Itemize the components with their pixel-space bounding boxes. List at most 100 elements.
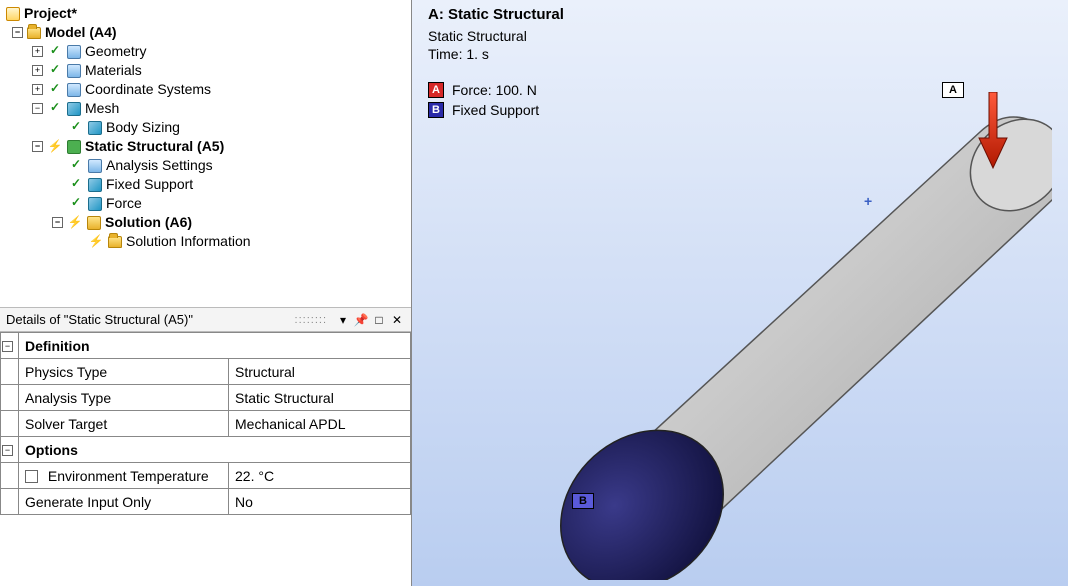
collapse-icon[interactable]: − — [2, 341, 13, 352]
tree-solution-info[interactable]: ⚡ Solution Information — [6, 232, 405, 251]
expand-icon[interactable]: + — [32, 46, 43, 57]
tree-label: Solution Information — [126, 232, 251, 251]
bolt-icon: ⚡ — [88, 234, 104, 250]
check-icon: ✓ — [68, 195, 84, 211]
tree-force[interactable]: ✓ Force — [6, 194, 405, 213]
tree-label: Model (A4) — [45, 23, 117, 42]
materials-icon — [67, 64, 81, 78]
dropdown-button[interactable]: ▾ — [335, 312, 351, 328]
tree-solution[interactable]: − ⚡ Solution (A6) — [6, 213, 405, 232]
project-icon — [6, 7, 20, 21]
tree-analysis-settings[interactable]: ✓ Analysis Settings — [6, 156, 405, 175]
detail-value: Structural — [229, 359, 411, 385]
tag-b[interactable]: B — [572, 493, 594, 509]
tree-label: Mesh — [85, 99, 119, 118]
tree-label: Project* — [24, 4, 77, 23]
detail-value: Mechanical APDL — [229, 411, 411, 437]
legend-item-fixed-support[interactable]: B Fixed Support — [428, 100, 539, 120]
origin-marker-icon: + — [864, 193, 872, 209]
bolt-icon: ⚡ — [47, 139, 63, 155]
detail-value[interactable]: No — [229, 489, 411, 515]
detail-key: Environment Temperature — [19, 463, 229, 489]
tree-coord[interactable]: + ✓ Coordinate Systems — [6, 80, 405, 99]
tree-label: Solution (A6) — [105, 213, 192, 232]
legend-item-force[interactable]: A Force: 100. N — [428, 80, 539, 100]
force-arrow-icon — [975, 92, 1011, 172]
tree-label: Fixed Support — [106, 175, 193, 194]
check-icon: ✓ — [47, 81, 63, 97]
viewport-subtitle: Static Structural — [428, 28, 527, 44]
legend-swatch-a: A — [428, 82, 444, 98]
sizing-icon — [88, 121, 102, 135]
section-row[interactable]: − Definition — [1, 333, 411, 359]
force-icon — [88, 197, 102, 211]
tag-a[interactable]: A — [942, 82, 964, 98]
check-icon: ✓ — [68, 119, 84, 135]
tree-label: Static Structural (A5) — [85, 137, 224, 156]
legend-swatch-b: B — [428, 102, 444, 118]
bolt-icon: ⚡ — [67, 215, 83, 231]
tree-label: Coordinate Systems — [85, 80, 211, 99]
detail-key: Solver Target — [19, 411, 229, 437]
folder-icon — [108, 236, 122, 248]
grip-icon: :::::::: — [295, 314, 327, 326]
check-icon: ✓ — [68, 176, 84, 192]
geometry-icon — [67, 45, 81, 59]
close-button[interactable]: ✕ — [389, 312, 405, 328]
detail-key: Physics Type — [19, 359, 229, 385]
expand-icon[interactable]: + — [32, 84, 43, 95]
collapse-icon[interactable]: − — [32, 141, 43, 152]
tree-geometry[interactable]: + ✓ Geometry — [6, 42, 405, 61]
detail-row[interactable]: Generate Input Only No — [1, 489, 411, 515]
check-icon: ✓ — [47, 100, 63, 116]
pin-button[interactable]: 📌 — [353, 312, 369, 328]
tree-label: Analysis Settings — [106, 156, 213, 175]
graphics-viewport[interactable]: A: Static Structural Static Structural T… — [412, 0, 1068, 586]
viewport-time: Time: 1. s — [428, 46, 489, 62]
tree-fixed-support[interactable]: ✓ Fixed Support — [6, 175, 405, 194]
detail-value[interactable]: 22. °C — [229, 463, 411, 489]
viewport-legend: A Force: 100. N B Fixed Support — [428, 80, 539, 120]
tree-model[interactable]: − Model (A4) — [6, 23, 405, 42]
tree-body-sizing[interactable]: ✓ Body Sizing — [6, 118, 405, 137]
detail-row[interactable]: Environment Temperature 22. °C — [1, 463, 411, 489]
detail-key: Generate Input Only — [19, 489, 229, 515]
tree-project[interactable]: Project* — [6, 4, 405, 23]
detail-value: Static Structural — [229, 385, 411, 411]
folder-icon — [27, 27, 41, 39]
viewport-title: A: Static Structural — [428, 6, 564, 23]
maximize-button[interactable]: □ — [371, 312, 387, 328]
tree-label: Geometry — [85, 42, 146, 61]
coord-icon — [67, 83, 81, 97]
tree-materials[interactable]: + ✓ Materials — [6, 61, 405, 80]
mesh-icon — [67, 102, 81, 116]
check-icon: ✓ — [47, 43, 63, 59]
tree-mesh[interactable]: − ✓ Mesh — [6, 99, 405, 118]
legend-label: Force: 100. N — [452, 82, 537, 98]
section-options: Options — [19, 437, 411, 463]
expand-icon[interactable]: + — [32, 65, 43, 76]
tree-static-structural[interactable]: − ⚡ Static Structural (A5) — [6, 137, 405, 156]
section-row[interactable]: − Options — [1, 437, 411, 463]
legend-label: Fixed Support — [452, 102, 539, 118]
collapse-icon[interactable]: − — [2, 445, 13, 456]
env-temp-checkbox[interactable] — [25, 470, 38, 483]
check-icon: ✓ — [68, 157, 84, 173]
outline-tree: Project* − Model (A4) + ✓ Geometry + ✓ M — [0, 0, 411, 308]
fixed-support-icon — [88, 178, 102, 192]
detail-row[interactable]: Physics Type Structural — [1, 359, 411, 385]
details-header: Details of "Static Structural (A5)" ::::… — [0, 308, 411, 332]
section-definition: Definition — [19, 333, 411, 359]
collapse-icon[interactable]: − — [12, 27, 23, 38]
collapse-icon[interactable]: − — [32, 103, 43, 114]
static-structural-icon — [67, 140, 81, 154]
check-icon: ✓ — [47, 62, 63, 78]
detail-key: Analysis Type — [19, 385, 229, 411]
collapse-icon[interactable]: − — [52, 217, 63, 228]
cylinder-geometry[interactable] — [532, 60, 1052, 580]
detail-row[interactable]: Analysis Type Static Structural — [1, 385, 411, 411]
tree-label: Body Sizing — [106, 118, 180, 137]
detail-row[interactable]: Solver Target Mechanical APDL — [1, 411, 411, 437]
tree-label: Materials — [85, 61, 142, 80]
details-table: − Definition Physics Type Structural Ana… — [0, 332, 411, 515]
